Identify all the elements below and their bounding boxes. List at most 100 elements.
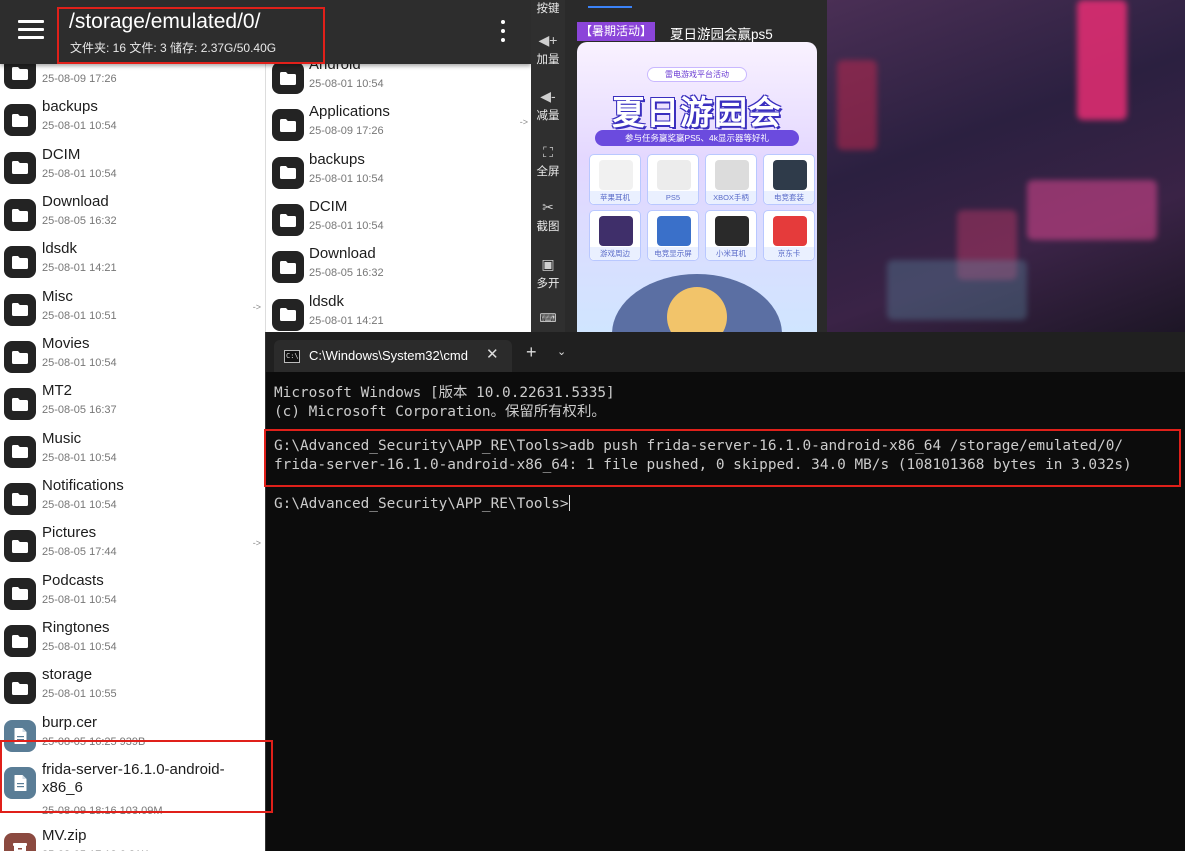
- toolbar-button[interactable]: ⛶ 全屏: [531, 144, 565, 179]
- item-name: ldsdk: [309, 292, 345, 310]
- item-name: DCIM: [309, 198, 348, 216]
- toolbar-button[interactable]: ◀+ 加量: [531, 32, 565, 67]
- folder-item[interactable]: backups 25-08-01 10:54: [266, 147, 531, 194]
- folder-item[interactable]: Android 25-08-01 10:54: [266, 64, 531, 99]
- item-meta: 25-08-01 10:55: [42, 688, 117, 701]
- ad-headline: 夏日游园会: [612, 94, 782, 131]
- item-meta: 25-08-01 10:54: [309, 172, 384, 185]
- terminal-line-text: Microsoft Windows [版本 10.0.22631.5335]: [274, 385, 615, 401]
- folder-item[interactable]: DCIM 25-08-01 10:54: [266, 194, 531, 241]
- folder-icon: [4, 625, 36, 658]
- file-item[interactable]: MV.zip25-08-05 17:13 6.81K: [0, 823, 265, 851]
- folder-icon: [4, 151, 36, 184]
- item-meta: 25-08-05 16:32: [42, 215, 117, 228]
- prize-card[interactable]: 电竞显示屏: [647, 210, 699, 261]
- item-name: MV.zip: [42, 827, 87, 845]
- toolbar-button[interactable]: ▣ 多开: [531, 256, 565, 291]
- file-list-pane[interactable]: 25-08-09 17:26 backups 25-08-01 10:54 DCIM 2…: [0, 0, 265, 851]
- folder-item[interactable]: ldsdk 25-08-01 14:21: [266, 289, 531, 332]
- folder-item[interactable]: storage 25-08-01 10:55: [0, 662, 265, 709]
- arrow-indicator: ->: [519, 117, 528, 128]
- ad-banner[interactable]: 雷电游戏平台活动 夏日游园会 参与任务赢奖赢PS5、4k显示器等好礼 苹果耳机 P…: [577, 42, 817, 332]
- prize-label: 游戏周边: [590, 247, 640, 260]
- item-name: Misc: [42, 287, 73, 305]
- item-meta: 25-08-01 10:51: [42, 309, 117, 322]
- prize-card[interactable]: 游戏周边: [589, 210, 641, 261]
- neon-sign: [1027, 180, 1157, 240]
- item-name: Android: [309, 64, 361, 73]
- folder-item[interactable]: Applications 25-08-09 17:26 ->: [266, 99, 531, 146]
- desktop: 25-08-09 17:26 backups 25-08-01 10:54 DCIM 2…: [0, 0, 1185, 851]
- folder-icon: [272, 109, 304, 142]
- folder-item[interactable]: DCIM 25-08-01 10:54: [0, 142, 265, 189]
- prize-card[interactable]: 苹果耳机: [589, 154, 641, 205]
- ad-panel[interactable]: 【暑期活动】 夏日游园会赢ps5 雷电游戏平台活动 夏日游园会 参与任务赢奖赢P…: [565, 0, 827, 332]
- prize-image: [657, 160, 691, 190]
- toolbar-button[interactable]: ✂ 截图: [531, 199, 565, 234]
- item-name: Notifications: [42, 477, 124, 495]
- current-path-title: /storage/emulated/0/: [69, 10, 261, 33]
- new-tab-icon[interactable]: +: [526, 343, 537, 361]
- prize-card[interactable]: 小米耳机: [705, 210, 757, 261]
- hamburger-menu-icon[interactable]: [18, 20, 44, 40]
- terminal-line: Microsoft Windows [版本 10.0.22631.5335]: [274, 381, 615, 402]
- item-meta: 25-08-01 10:54: [309, 220, 384, 233]
- item-name: Ringtones: [42, 619, 110, 637]
- prize-card[interactable]: 京东卡: [763, 210, 815, 261]
- folder-item[interactable]: Podcasts 25-08-01 10:54: [0, 568, 265, 615]
- storage-stats: 文件夹: 16 文件: 3 储存: 2.37G/50.40G: [70, 41, 277, 55]
- folder-item[interactable]: Download 25-08-05 16:32: [0, 189, 265, 236]
- item-meta: 25-08-01 10:54: [42, 167, 117, 180]
- neon-sign: [837, 60, 877, 150]
- prize-label: XBOX手柄: [706, 191, 756, 204]
- secondary-file-list-pane[interactable]: Android 25-08-01 10:54 Applications 25-08-0…: [265, 64, 531, 332]
- folder-item[interactable]: Misc 25-08-01 10:51 ->: [0, 284, 265, 331]
- more-options-icon[interactable]: [498, 20, 508, 42]
- folder-item[interactable]: MT2 25-08-05 16:37: [0, 378, 265, 425]
- item-meta: 25-08-01 10:54: [42, 451, 117, 464]
- chevron-down-icon[interactable]: ⌄: [557, 345, 566, 358]
- item-name: ldsdk: [42, 240, 78, 258]
- toolbar-label: 减量: [536, 110, 560, 122]
- item-meta: 25-08-01 10:54: [42, 593, 117, 606]
- item-name: DCIM: [42, 145, 81, 163]
- archive-icon: [4, 833, 36, 851]
- prize-label: 京东卡: [764, 247, 814, 260]
- keyboard-map-icon[interactable]: ⌨: [531, 310, 565, 326]
- terminal-window[interactable]: C:\ C:\Windows\System32\cmd ✕ + ⌄ Micros…: [264, 332, 1185, 851]
- terminal-line-text: G:\Advanced_Security\APP_RE\Tools>: [274, 496, 569, 512]
- prize-label: 苹果耳机: [590, 191, 640, 204]
- emulator-side-toolbar: 按键 ◀+ 加量 ◀- 减量 ⛶ 全屏 ✂ 截图 ▣ 多开 ⌨: [531, 0, 565, 332]
- item-meta: 25-08-01 10:54: [42, 120, 117, 133]
- file-item[interactable]: frida-server-16.1.0-android-x86_6 25-08-0…: [0, 757, 265, 823]
- folder-item[interactable]: Download 25-08-05 16:32: [266, 241, 531, 288]
- toolbar-button[interactable]: 按键: [531, 0, 565, 16]
- folder-item[interactable]: Ringtones 25-08-01 10:54: [0, 615, 265, 662]
- volume-up-icon: ◀+: [538, 32, 558, 48]
- tab-cmd[interactable]: C:\ C:\Windows\System32\cmd ✕: [274, 340, 512, 372]
- item-name: MT2: [42, 382, 72, 400]
- folder-item[interactable]: Notifications 25-08-01 10:54: [0, 473, 265, 520]
- prize-card[interactable]: 电竞套装: [763, 154, 815, 205]
- ad-tag: 【暑期活动】: [577, 22, 656, 41]
- folder-item[interactable]: ldsdk 25-08-01 14:21: [0, 236, 265, 283]
- prize-image: [599, 216, 633, 246]
- prize-label: PS5: [648, 191, 698, 204]
- text-cursor: [568, 495, 570, 511]
- folder-item[interactable]: Music 25-08-01 10:54: [0, 426, 265, 473]
- prize-card[interactable]: PS5: [647, 154, 699, 205]
- tab-indicator: [588, 6, 632, 8]
- ad-title[interactable]: 夏日游园会赢ps5: [670, 23, 773, 43]
- folder-icon: [272, 204, 304, 237]
- folder-item[interactable]: Pictures 25-08-05 17:44 ->: [0, 520, 265, 567]
- arrow-indicator: ->: [252, 538, 261, 549]
- item-meta: 25-08-09 17:26: [309, 125, 384, 138]
- toolbar-button[interactable]: ◀- 减量: [531, 88, 565, 123]
- folder-item[interactable]: Movies 25-08-01 10:54: [0, 331, 265, 378]
- item-name: Download: [309, 245, 376, 263]
- scissors-icon: ✂: [542, 199, 554, 215]
- folder-item[interactable]: backups 25-08-01 10:54: [0, 94, 265, 141]
- prize-card[interactable]: XBOX手柄: [705, 154, 757, 205]
- file-item[interactable]: burp.cer 25-08-05 16:25 939B: [0, 710, 265, 757]
- close-icon[interactable]: ✕: [486, 345, 499, 363]
